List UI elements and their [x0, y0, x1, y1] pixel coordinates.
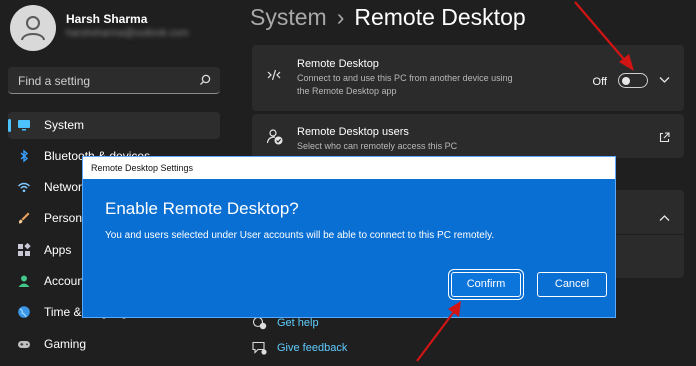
feedback-icon: [252, 341, 267, 355]
remote-users-title: Remote Desktop users: [297, 126, 409, 138]
avatar[interactable]: [10, 5, 56, 51]
sidebar-item-system[interactable]: System: [8, 112, 220, 139]
person-icon: [21, 16, 45, 41]
search-input[interactable]: [16, 72, 200, 90]
bluetooth-icon: [20, 149, 29, 163]
page-title: System › Remote Desktop: [250, 4, 526, 31]
apps-icon: [18, 243, 31, 256]
user-email: harshsharma@outlook.com: [66, 28, 189, 39]
users-icon: [266, 129, 283, 145]
search-icon[interactable]: [199, 74, 211, 86]
brush-icon: [18, 212, 30, 224]
toggle-state-label: Off: [592, 76, 607, 88]
page-heading: Remote Desktop: [354, 4, 526, 30]
user-name: Harsh Sharma: [66, 12, 148, 26]
give-feedback-label: Give feedback: [277, 341, 348, 354]
sidebar-item-label: System: [44, 118, 85, 132]
enable-remote-desktop-dialog: Remote Desktop Settings Enable Remote De…: [82, 156, 616, 318]
help-icon: [252, 316, 267, 330]
sidebar-item-label: Gaming: [44, 337, 87, 351]
sidebar-item-label: Apps: [44, 243, 72, 257]
gamepad-icon: [18, 341, 30, 348]
get-help-label: Get help: [277, 316, 319, 329]
open-external-icon[interactable]: [659, 132, 670, 143]
monitor-icon: [18, 120, 30, 131]
chevron-down-icon[interactable]: [659, 76, 670, 84]
sidebar-item-gaming[interactable]: Gaming: [8, 331, 220, 358]
wifi-icon: [17, 182, 31, 193]
active-indicator: [8, 119, 11, 132]
dialog-message: You and users selected under User accoun…: [105, 230, 495, 241]
confirm-button[interactable]: Confirm: [451, 272, 521, 297]
search-box[interactable]: [8, 67, 220, 94]
get-help-link[interactable]: Get help: [252, 316, 319, 330]
person-icon: [18, 275, 30, 287]
remote-desktop-toggle[interactable]: [618, 73, 648, 88]
chevron-up-icon[interactable]: [659, 214, 670, 222]
give-feedback-link[interactable]: Give feedback: [252, 341, 347, 355]
remote-desktop-icon: [267, 69, 281, 81]
breadcrumb-system[interactable]: System: [250, 4, 327, 30]
cancel-button[interactable]: Cancel: [537, 272, 607, 297]
dialog-titlebar[interactable]: Remote Desktop Settings: [83, 157, 615, 179]
remote-users-subtitle: Select who can remotely access this PC: [297, 141, 458, 151]
breadcrumb-separator: ›: [336, 4, 345, 30]
dialog-window-title: Remote Desktop Settings: [91, 163, 194, 173]
dialog-heading: Enable Remote Desktop?: [105, 199, 299, 218]
toggle-knob: [622, 76, 630, 85]
globe-icon: [18, 306, 30, 318]
remote-desktop-subtitle: Connect to and use this PC from another …: [297, 73, 513, 96]
remote-desktop-users-card[interactable]: Remote Desktop users Select who can remo…: [252, 114, 684, 158]
remote-desktop-card[interactable]: Remote Desktop Connect to and use this P…: [252, 45, 684, 111]
remote-desktop-title: Remote Desktop: [297, 58, 379, 70]
